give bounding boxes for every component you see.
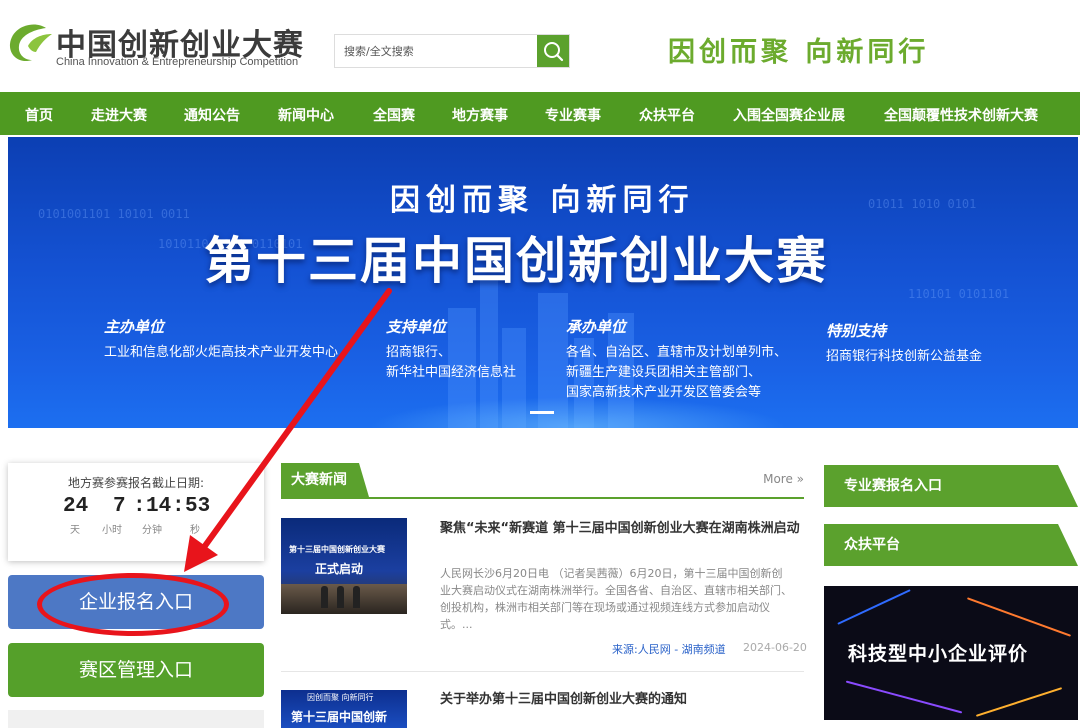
hero-banner[interactable]: 0101001101 10101 0011 1010110 0101 01101… bbox=[8, 137, 1078, 428]
nav-item-national[interactable]: 全国赛 bbox=[373, 105, 415, 125]
tech-sme-evaluation-banner[interactable]: 科技型中小企业评价 bbox=[824, 586, 1078, 720]
banner-decoration: 0101001101 10101 0011 bbox=[38, 207, 190, 221]
organizer-heading: 主办单位 bbox=[104, 318, 165, 336]
news-title[interactable]: 聚焦“未来“新赛道 第十三届中国创新创业大赛在湖南株洲启动 bbox=[440, 520, 800, 538]
countdown-unit-days: 天 bbox=[70, 525, 80, 536]
nav-item-finalists[interactable]: 入围全国赛企业展 bbox=[733, 105, 845, 125]
countdown-unit-seconds: 秒 bbox=[190, 525, 200, 536]
thumbnail-caption: 第十三届中国创新 bbox=[291, 710, 388, 724]
header-slogan: 因创而聚 向新同行 bbox=[668, 37, 930, 68]
thumbnail-person bbox=[321, 586, 328, 608]
logo-mark-icon bbox=[9, 24, 52, 62]
promo-decoration bbox=[837, 589, 911, 625]
left-panel-next bbox=[8, 710, 264, 728]
nav-item-disruptive[interactable]: 全国颠覆性技术创新大赛 bbox=[884, 105, 1038, 125]
banner-title: 第十三届中国创新创业大赛 bbox=[204, 232, 828, 290]
countdown-seconds: 53 bbox=[185, 495, 211, 518]
search-input[interactable] bbox=[335, 35, 539, 67]
news-more-link[interactable]: More » bbox=[763, 472, 804, 486]
news-source-link[interactable]: 来源:人民网 - 湖南频道 bbox=[612, 641, 726, 657]
search-box bbox=[334, 34, 570, 68]
banner-hosts: 承办单位 各省、自治区、直辖市及计划单列市、 新疆生产建设兵团相关主管部门、 国… bbox=[566, 317, 787, 403]
promo-decoration bbox=[975, 687, 1063, 717]
special-heading: 特别支持 bbox=[826, 322, 887, 340]
nav-item-platform[interactable]: 众扶平台 bbox=[639, 105, 695, 125]
thumbnail-person bbox=[353, 586, 360, 608]
nav-item-home[interactable]: 首页 bbox=[25, 105, 53, 125]
special-text: 招商银行科技创新公益基金 bbox=[826, 349, 983, 364]
host-heading: 承办单位 bbox=[566, 318, 627, 336]
nav-item-local[interactable]: 地方赛事 bbox=[452, 105, 508, 125]
news-divider bbox=[281, 671, 804, 672]
countdown-hours: 7 bbox=[113, 495, 126, 518]
site-logo[interactable]: 中国创新创业大赛 China Innovation & Entrepreneur… bbox=[6, 18, 326, 74]
news-date: 2024-06-20 bbox=[743, 641, 807, 654]
banner-decoration: 110101 0101101 bbox=[908, 287, 1010, 301]
professional-registration-button[interactable]: 专业赛报名入口 bbox=[824, 465, 1078, 507]
banner-special: 特别支持 招商银行科技创新公益基金 bbox=[826, 321, 982, 367]
host-line: 国家高新技术产业开发区管委会等 bbox=[566, 385, 762, 400]
carousel-indicator[interactable] bbox=[530, 411, 554, 414]
region-management-button[interactable]: 赛区管理入口 bbox=[8, 643, 264, 697]
news-thumbnail[interactable]: 第十三届中国创新创业大赛 正式启动 bbox=[281, 518, 407, 614]
search-button[interactable] bbox=[537, 35, 569, 67]
organizer-text: 工业和信息化部火炬高技术产业开发中心 bbox=[104, 345, 339, 360]
banner-slogan: 因创而聚 向新同行 bbox=[390, 183, 695, 218]
countdown-unit-minutes: 分钟 bbox=[142, 525, 162, 536]
nav-item-news[interactable]: 新闻中心 bbox=[278, 105, 334, 125]
supporter-heading: 支持单位 bbox=[386, 318, 447, 336]
banner-organizer: 主办单位 工业和信息化部火炬高技术产业开发中心 bbox=[104, 317, 338, 363]
news-section-header: 大赛新闻 More » bbox=[281, 463, 804, 499]
platform-button[interactable]: 众扶平台 bbox=[824, 524, 1078, 566]
promo-text: 科技型中小企业评价 bbox=[848, 643, 1029, 665]
banner-decoration: 01011 1010 0101 bbox=[868, 197, 977, 211]
main-nav: 首页 走进大赛 通知公告 新闻中心 全国赛 地方赛事 专业赛事 众扶平台 入围全… bbox=[0, 92, 1080, 135]
news-thumbnail[interactable]: 因创而聚 向新同行 第十三届中国创新 bbox=[281, 690, 407, 728]
news-tab[interactable]: 大赛新闻 bbox=[281, 463, 369, 497]
thumbnail-caption: 因创而聚 向新同行 bbox=[307, 693, 374, 702]
thumbnail-caption: 正式启动 bbox=[315, 562, 364, 576]
news-summary: 人民网长沙6月20日电 （记者吴茜薇）6月20日，第十三届中国创新创业大赛启动仪… bbox=[440, 567, 792, 631]
countdown-unit-hours: 小时 bbox=[102, 525, 122, 536]
logo-english-text: China Innovation & Entrepreneurship Comp… bbox=[56, 56, 299, 68]
countdown-label: 地方赛参赛报名截止日期: bbox=[67, 476, 205, 490]
nav-item-about[interactable]: 走进大赛 bbox=[91, 105, 147, 125]
promo-decoration bbox=[966, 597, 1072, 637]
nav-item-notices[interactable]: 通知公告 bbox=[184, 105, 240, 125]
countdown-days: 24 bbox=[63, 495, 89, 518]
promo-decoration bbox=[845, 680, 963, 714]
site-header: 中国创新创业大赛 China Innovation & Entrepreneur… bbox=[0, 0, 1080, 92]
countdown-minutes: 14 bbox=[146, 495, 172, 518]
thumbnail-caption: 第十三届中国创新创业大赛 bbox=[289, 545, 385, 554]
host-line: 新疆生产建设兵团相关主管部门、 bbox=[566, 365, 762, 380]
thumbnail-person bbox=[337, 586, 344, 608]
annotation-circle bbox=[37, 573, 229, 636]
countdown-separator: : bbox=[172, 495, 185, 518]
supporter-line: 新华社中国经济信息社 bbox=[386, 365, 517, 380]
nav-item-professional[interactable]: 专业赛事 bbox=[545, 105, 601, 125]
search-icon bbox=[544, 42, 564, 62]
registration-countdown: 地方赛参赛报名截止日期: 24 7 : 14 : 53 天 小时 分钟 秒 bbox=[8, 463, 264, 561]
host-line: 各省、自治区、直辖市及计划单列市、 bbox=[566, 345, 788, 360]
thumbnail-stage bbox=[281, 584, 407, 614]
countdown-separator: : bbox=[133, 495, 146, 518]
news-title[interactable]: 关于举办第十三届中国创新创业大赛的通知 bbox=[440, 691, 800, 709]
banner-supporters: 支持单位 招商银行、 新华社中国经济信息社 bbox=[386, 317, 516, 383]
supporter-line: 招商银行、 bbox=[386, 345, 452, 360]
